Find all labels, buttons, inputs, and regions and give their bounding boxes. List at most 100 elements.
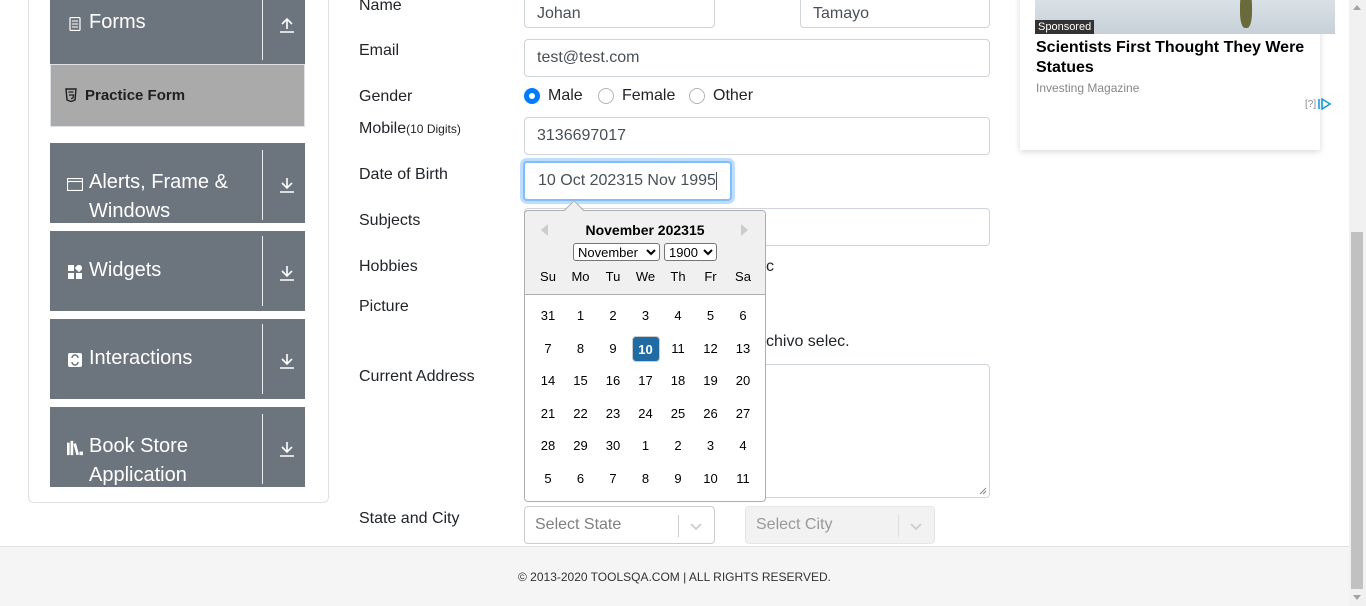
calendar-day[interactable]: 1 (632, 433, 660, 459)
calendar-day[interactable]: 7 (599, 466, 627, 492)
calendar-day[interactable]: 11 (729, 466, 757, 492)
calendar-day[interactable]: 2 (599, 303, 627, 329)
upload-arrow-icon[interactable] (278, 16, 296, 34)
sidebar-group-book-store[interactable]: Book Store Application (50, 407, 305, 487)
calendar-day[interactable]: 6 (729, 303, 757, 329)
calendar-day[interactable]: 10 (697, 466, 725, 492)
scroll-up-arrow-icon[interactable] (1353, 5, 1361, 10)
month-select[interactable]: November (573, 243, 660, 261)
calendar-day[interactable]: 9 (664, 466, 692, 492)
adchoices-icon[interactable] (1318, 98, 1332, 110)
page-scrollbar[interactable] (1349, 0, 1366, 606)
hobbies-music-label-partial[interactable]: c (766, 258, 774, 276)
weekday-header: Fr (704, 269, 717, 284)
chevron-down-icon (690, 523, 702, 531)
resize-handle-icon[interactable] (979, 487, 987, 495)
calendar-day[interactable]: 25 (664, 401, 692, 427)
calendar-day[interactable]: 12 (697, 336, 725, 362)
download-arrow-icon[interactable] (278, 176, 296, 194)
calendar-day[interactable]: 8 (567, 336, 595, 362)
text-cursor (715, 172, 717, 190)
sidebar-item-practice-form[interactable]: Practice Form (50, 64, 305, 127)
calendar-day[interactable]: 2 (664, 433, 692, 459)
sidebar-group-interactions[interactable]: Interactions (50, 319, 305, 399)
ad-headline[interactable]: Scientists First Thought They Were Statu… (1036, 38, 1321, 78)
calendar-day[interactable]: 15 (567, 368, 595, 394)
select-separator (898, 515, 899, 537)
sidebar-group-title: Interactions (89, 347, 193, 369)
download-arrow-icon[interactable] (278, 352, 296, 370)
first-name-input[interactable]: Johan (524, 0, 715, 28)
calendar-day[interactable]: 22 (567, 401, 595, 427)
calendar-day[interactable]: 6 (567, 466, 595, 492)
gender-radio-male[interactable]: Male (524, 87, 583, 105)
datepicker-header: November 202315 November 1900 Su Mo Tu We Th… (525, 211, 765, 295)
sponsored-ad[interactable]: Sponsored Scientists First Thought They … (1020, 0, 1335, 150)
city-placeholder: Select City (756, 516, 833, 533)
weekday-header: We (635, 269, 656, 284)
picture-label: Picture (359, 298, 409, 315)
calendar-day[interactable]: 14 (534, 368, 562, 394)
sidebar-group-alerts[interactable]: Alerts, Frame & Windows (50, 143, 305, 223)
widgets-icon (67, 264, 83, 280)
last-name-input[interactable]: Tamayo (800, 0, 990, 28)
calendar-day[interactable]: 1 (567, 303, 595, 329)
download-arrow-icon[interactable] (278, 440, 296, 458)
sidebar-group-widgets[interactable]: Widgets (50, 231, 305, 311)
mobile-input[interactable]: 3136697017 (524, 117, 990, 155)
calendar-day[interactable]: 3 (632, 303, 660, 329)
calendar-day[interactable]: 30 (599, 433, 627, 459)
calendar-day[interactable]: 4 (664, 303, 692, 329)
calendar-day[interactable]: 18 (664, 368, 692, 394)
calendar-day[interactable]: 24 (632, 401, 660, 427)
hobbies-label: Hobbies (359, 258, 418, 275)
calendar-day[interactable]: 8 (632, 466, 660, 492)
picture-file-status-partial: chivo selec. (766, 333, 850, 350)
calendar-day[interactable]: 7 (534, 336, 562, 362)
sidebar-group-title: Alerts, Frame & Windows (89, 171, 228, 222)
calendar-day[interactable]: 4 (729, 433, 757, 459)
calendar-day[interactable]: 26 (697, 401, 725, 427)
calendar-day[interactable]: 31 (534, 303, 562, 329)
calendar-day[interactable]: 11 (664, 336, 692, 362)
sidebar-group-title: Forms (89, 11, 146, 33)
subjects-label: Subjects (359, 212, 421, 229)
gender-label: Gender (359, 88, 413, 105)
radio-dot (598, 88, 614, 104)
download-arrow-icon[interactable] (278, 264, 296, 282)
calendar-day[interactable]: 9 (599, 336, 627, 362)
sponsored-badge: Sponsored (1035, 20, 1095, 34)
datepicker-popup: November 202315 November 1900 Su Mo Tu We Th… (524, 200, 766, 502)
email-input[interactable]: test@test.com (524, 39, 990, 77)
calendar-day[interactable]: 17 (632, 368, 660, 394)
calendar-day[interactable]: 3 (697, 433, 725, 459)
dob-input[interactable]: 10 Oct 202315 Nov 1995 (523, 161, 732, 201)
sidebar-group-forms[interactable]: Forms (50, 0, 305, 64)
calendar-day[interactable]: 20 (729, 368, 757, 394)
ad-source[interactable]: Investing Magazine (1036, 81, 1139, 95)
gender-radio-other[interactable]: Other (689, 87, 753, 105)
calendar-day[interactable]: 27 (729, 401, 757, 427)
chevron-down-icon (910, 523, 922, 531)
calendar-day[interactable]: 5 (534, 466, 562, 492)
select-separator (678, 515, 679, 537)
scroll-down-arrow-icon[interactable] (1353, 595, 1361, 600)
ad-help-link[interactable]: [?] (1305, 99, 1316, 110)
ad-image-figure (1240, 0, 1252, 28)
scrollbar-thumb[interactable] (1351, 232, 1363, 589)
calendar-day[interactable]: 28 (534, 433, 562, 459)
calendar-day[interactable]: 16 (599, 368, 627, 394)
city-select[interactable]: Select City (745, 506, 935, 544)
calendar-day[interactable]: 29 (567, 433, 595, 459)
year-select[interactable]: 1900 (664, 243, 717, 261)
calendar-day[interactable]: 19 (697, 368, 725, 394)
sidebar: Forms Practice Form Alerts, Frame & Wind… (28, 0, 329, 503)
calendar-day[interactable]: 13 (729, 336, 757, 362)
weekday-header: Tu (605, 269, 621, 284)
calendar-day[interactable]: 21 (534, 401, 562, 427)
calendar-day[interactable]: 23 (599, 401, 627, 427)
calendar-day[interactable]: 5 (697, 303, 725, 329)
calendar-day-selected[interactable]: 10 (631, 335, 660, 362)
state-select[interactable]: Select State (524, 506, 715, 544)
gender-radio-female[interactable]: Female (598, 87, 675, 105)
